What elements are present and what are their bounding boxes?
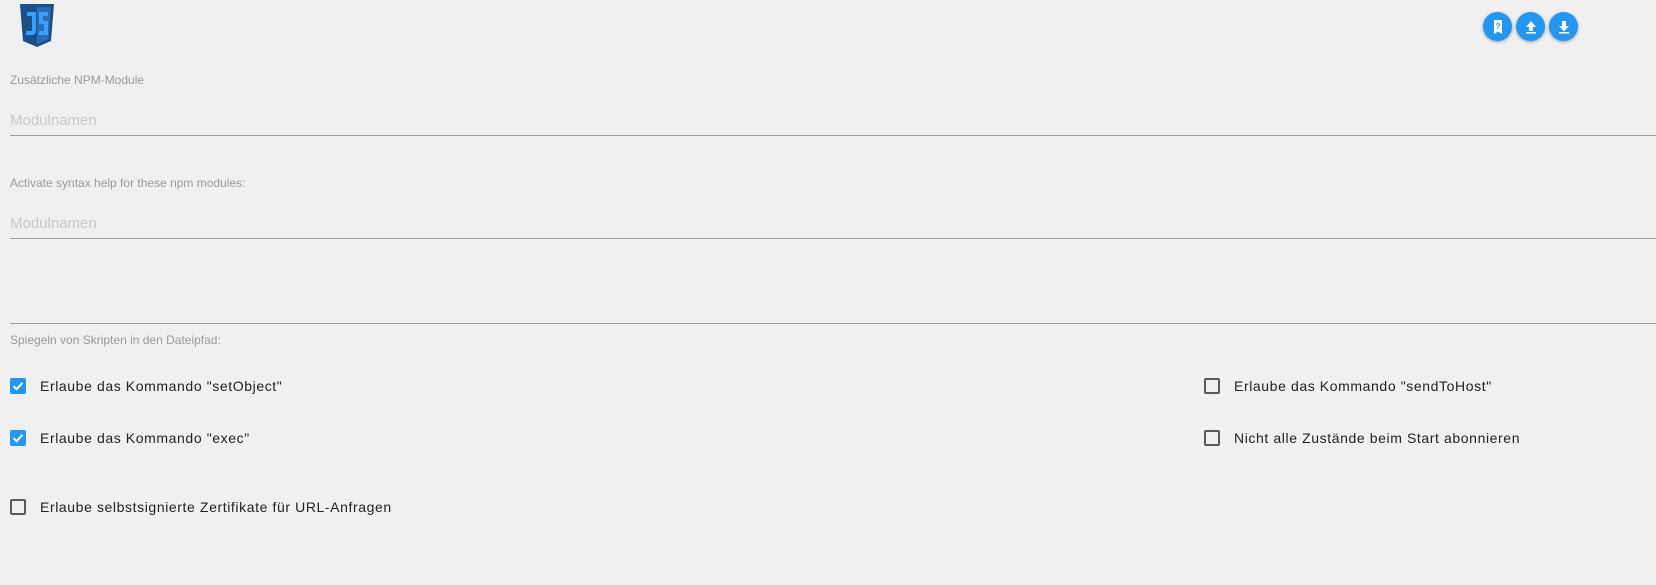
exec-option[interactable]: Erlaube das Kommando "exec" xyxy=(10,430,250,446)
download-icon xyxy=(1558,20,1569,34)
self-signed-checkbox[interactable] xyxy=(10,499,26,515)
help-button[interactable]: ? xyxy=(1483,12,1512,41)
send-to-host-option[interactable]: Erlaube das Kommando "sendToHost" xyxy=(1204,378,1492,394)
javascript-logo-icon xyxy=(19,4,55,48)
exec-checkbox[interactable] xyxy=(10,430,26,446)
mirror-path-label: Spiegeln von Skripten in den Dateipfad: xyxy=(10,333,221,347)
self-signed-option[interactable]: Erlaube selbstsignierte Zertifikate für … xyxy=(10,499,392,515)
no-subscribe-option[interactable]: Nicht alle Zustände beim Start abonniere… xyxy=(1204,430,1520,446)
upload-button[interactable] xyxy=(1516,12,1545,41)
set-object-checkbox[interactable] xyxy=(10,378,26,394)
syntax-help-label: Activate syntax help for these npm modul… xyxy=(10,176,246,190)
download-button[interactable] xyxy=(1549,12,1578,41)
no-subscribe-label: Nicht alle Zustände beim Start abonniere… xyxy=(1234,430,1521,446)
help-document-icon: ? xyxy=(1493,19,1502,34)
self-signed-label: Erlaube selbstsignierte Zertifikate für … xyxy=(40,499,392,515)
upload-icon xyxy=(1525,20,1536,34)
send-to-host-label: Erlaube das Kommando "sendToHost" xyxy=(1234,378,1492,394)
mirror-path-input[interactable] xyxy=(10,293,1656,324)
no-subscribe-checkbox[interactable] xyxy=(1204,430,1220,446)
exec-label: Erlaube das Kommando "exec" xyxy=(40,430,250,446)
send-to-host-checkbox[interactable] xyxy=(1204,378,1220,394)
set-object-option[interactable]: Erlaube das Kommando "setObject" xyxy=(10,378,282,394)
svg-text:?: ? xyxy=(1495,22,1500,31)
npm-modules-input[interactable] xyxy=(10,105,1656,136)
header-toolbar: ? xyxy=(1483,12,1578,41)
syntax-help-input[interactable] xyxy=(10,208,1656,239)
npm-modules-label: Zusätzliche NPM-Module xyxy=(10,73,145,87)
set-object-label: Erlaube das Kommando "setObject" xyxy=(40,378,283,394)
